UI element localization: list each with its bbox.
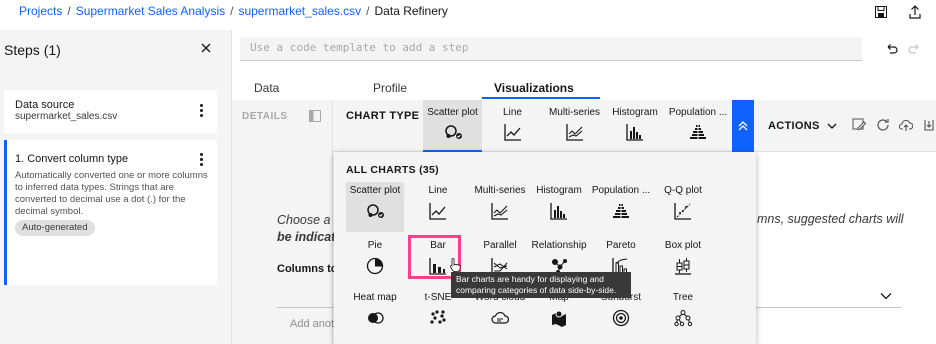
chart-type-label: Line [503, 107, 522, 118]
overflow-menu-icon[interactable] [200, 153, 203, 168]
population-pyramid-icon [613, 203, 629, 219]
refresh-icon[interactable] [876, 118, 890, 132]
export-icon[interactable] [907, 4, 923, 20]
chart-type-label: CHART TYPE [346, 110, 420, 122]
chevron-down-icon[interactable] [880, 292, 892, 300]
breadcrumb: Projects / Supermarket Sales Analysis / supe… [19, 4, 448, 18]
tab-visualizations[interactable]: Visualizations [494, 81, 574, 95]
hint-text: Choose a c be indicate [277, 213, 343, 244]
word-cloud-icon [491, 312, 509, 324]
breadcrumb-project[interactable]: Supermarket Sales Analysis [76, 4, 225, 18]
breadcrumb-current: Data Refinery [374, 4, 448, 18]
chart-type-multi-series[interactable]: Multi-series [542, 100, 607, 152]
hand-cursor-icon [450, 258, 461, 272]
code-template-input[interactable]: Use a code template to add a step [240, 37, 862, 61]
hint-text-right: mns, suggested charts will [757, 212, 904, 226]
side-panel-icon[interactable] [309, 110, 321, 122]
details-label[interactable]: DETAILS [242, 111, 288, 122]
map-icon [552, 310, 566, 327]
chart-option-box-plot[interactable]: Box plot [654, 237, 712, 287]
close-icon[interactable] [199, 41, 213, 55]
tree-icon [674, 310, 692, 327]
multi-series-icon [491, 203, 508, 220]
download-icon[interactable] [922, 118, 936, 132]
undo-icon[interactable] [884, 42, 898, 56]
save-icon[interactable] [873, 4, 889, 20]
steps-panel: Steps (1) Data source supermarket_sales.… [0, 30, 232, 344]
chart-type-label: Multi-series [548, 107, 601, 118]
steps-title: Steps (1) [4, 42, 61, 58]
chart-option-heat-map[interactable]: Heat map [346, 289, 404, 339]
all-charts-title: ALL CHARTS (35) [346, 164, 439, 176]
overflow-menu-icon[interactable] [200, 104, 203, 119]
step-title: 1. Convert column type [15, 153, 129, 165]
tsne-icon [430, 310, 446, 324]
chart-type-label: Population ... [668, 107, 728, 118]
line-chart-icon [429, 203, 446, 220]
chart-type-label: Scatter plot [427, 107, 478, 118]
tab-profile[interactable]: Profile [373, 81, 407, 95]
population-pyramid-icon [690, 124, 706, 140]
data-source-card[interactable]: Data source supermarket_sales.csv [4, 90, 217, 133]
chart-option-histogram[interactable]: Histogram [530, 182, 588, 232]
chart-option-scatter-plot[interactable]: Scatter plot [346, 182, 404, 232]
collapse-chart-types-button[interactable] [732, 100, 754, 152]
auto-generated-tag: Auto-generated [15, 220, 95, 236]
all-charts-dropdown: ALL CHARTS (35) Scatter plot Line Multi-… [334, 152, 756, 344]
chart-option-tree[interactable]: Tree [654, 289, 712, 339]
scatter-plot-icon [444, 125, 462, 139]
chevron-down-icon[interactable] [827, 121, 837, 131]
chart-type-scatter-plot[interactable]: Scatter plot [423, 100, 482, 152]
redo-icon [908, 44, 919, 54]
chart-type-population[interactable]: Population ... [666, 100, 730, 152]
qq-plot-icon [674, 203, 691, 220]
heat-map-icon [368, 312, 384, 324]
top-bar: Projects / Supermarket Sales Analysis / supe… [0, 0, 936, 24]
step-card[interactable]: 1. Convert column type Automatically con… [4, 140, 217, 285]
active-tab-indicator [482, 97, 600, 99]
edit-icon[interactable] [852, 118, 866, 132]
scatter-plot-icon [367, 204, 384, 218]
chart-type-histogram[interactable]: Histogram [609, 100, 661, 152]
upload-icon[interactable] [899, 118, 913, 132]
data-source-title: Data source [15, 99, 75, 111]
line-chart-icon [503, 124, 521, 141]
chart-option-population[interactable]: Population ... [592, 182, 650, 232]
data-source-file: supermarket_sales.csv [15, 111, 118, 122]
histogram-icon [626, 124, 643, 141]
pie-chart-icon [366, 257, 384, 275]
add-annotation-field[interactable]: Add anot [290, 318, 334, 330]
breadcrumb-file[interactable]: supermarket_sales.csv [238, 4, 361, 18]
chevron-up-icon [738, 121, 748, 131]
chart-option-line[interactable]: Line [409, 182, 467, 232]
bar-chart-tooltip: Bar charts are handy for displaying and … [451, 272, 631, 298]
columns-label: Columns to [277, 263, 338, 275]
box-plot-icon [675, 258, 691, 275]
tab-data[interactable]: Data [254, 81, 279, 95]
chart-option-qq-plot[interactable]: Q-Q plot [654, 182, 712, 232]
chart-type-toolbar: CHART TYPE Scatter plot Line Multi-serie… [333, 100, 936, 152]
chart-type-label: Histogram [612, 107, 658, 118]
histogram-icon [550, 203, 567, 220]
step-description: Automatically converted one or more colu… [15, 170, 208, 217]
chart-option-pie[interactable]: Pie [346, 237, 404, 287]
breadcrumb-projects[interactable]: Projects [19, 4, 62, 18]
chart-type-line[interactable]: Line [485, 100, 540, 152]
chart-option-multi-series[interactable]: Multi-series [471, 182, 529, 232]
multi-series-icon [565, 124, 583, 141]
actions-menu[interactable]: ACTIONS [768, 120, 820, 132]
sunburst-icon [612, 309, 630, 327]
